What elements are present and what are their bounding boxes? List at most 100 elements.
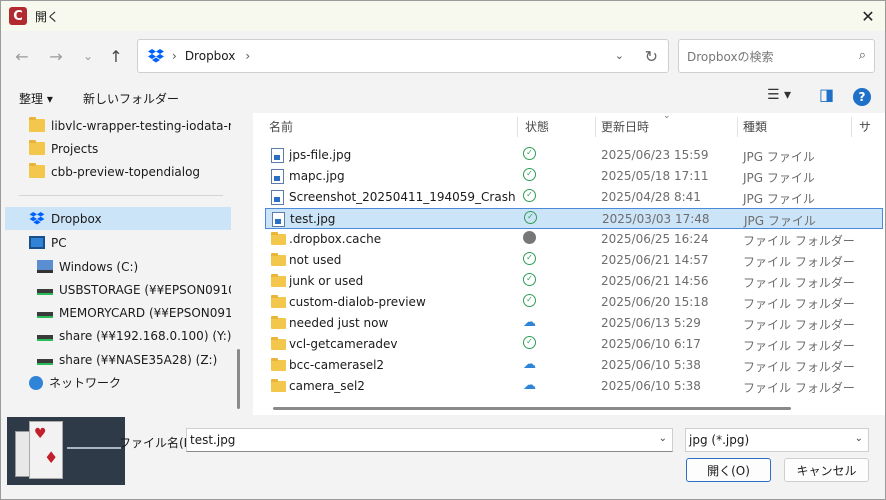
preview-pane-icon[interactable]: ◨ (819, 85, 834, 104)
new-folder-button[interactable]: 新しいフォルダー (83, 90, 179, 107)
folder-icon (271, 316, 286, 329)
filename-value[interactable]: test.jpg (190, 433, 235, 447)
chevron-down-icon[interactable]: ⌄ (615, 49, 624, 62)
file-row[interactable]: .dropbox.cache 2025/06/25 16:24 ファイル フォルダー (265, 229, 883, 250)
synced-check-icon: ✓ (523, 273, 536, 286)
network-drive-icon (37, 358, 53, 365)
folder-icon (271, 358, 286, 371)
tree-item-network[interactable]: ネットワーク (5, 371, 231, 394)
file-type: ファイル フォルダー (743, 276, 855, 290)
tree-item-dropbox[interactable]: Dropbox (5, 207, 231, 230)
file-name: .dropbox.cache (289, 232, 382, 246)
file-row[interactable]: Screenshot_20250411_194059_Crashlands...… (265, 187, 883, 208)
network-icon (29, 375, 43, 390)
file-row[interactable]: needed just now ☁ 2025/06/13 5:29 ファイル フォルダ… (265, 313, 883, 334)
scrollbar[interactable] (237, 349, 240, 409)
file-date: 2025/04/28 8:41 (601, 190, 701, 204)
footer: ファイル名(N): test.jpg ⌄ jpg (*.jpg) ⌄ 開く(O)… (1, 415, 885, 499)
tree-item-label: libvlc-wrapper-testing-iodata-rtsp (51, 118, 231, 133)
tree-item[interactable]: cbb-preview-topendialog (5, 160, 231, 183)
cancel-button[interactable]: キャンセル (784, 458, 869, 482)
search-icon[interactable]: ⌕ (859, 48, 866, 63)
search-input[interactable]: Dropboxの検索 ⌕ (678, 39, 875, 73)
recent-locations-button[interactable]: ⌄ (77, 45, 99, 67)
excluded-icon (523, 231, 536, 244)
file-type: JPG ファイル (743, 192, 815, 206)
tree-item-label: MEMORYCARD (¥¥EPSON0910EA) (59, 305, 231, 320)
file-row[interactable]: jps-file.jpg ✓ 2025/06/23 15:59 JPG ファイル (265, 145, 883, 166)
file-date: 2025/03/03 17:48 (602, 212, 710, 226)
tree-item[interactable]: libvlc-wrapper-testing-iodata-rtsp (5, 114, 231, 137)
refresh-icon[interactable]: ↻ (645, 47, 658, 66)
jpg-file-icon (271, 148, 284, 163)
tree-item-label: cbb-preview-topendialog (51, 164, 201, 179)
tree-item-label: PC (51, 235, 67, 250)
pen-image (67, 447, 121, 449)
file-type: JPG ファイル (743, 171, 815, 185)
file-row[interactable]: test.jpg ✓ 2025/03/03 17:48 JPG ファイル (265, 208, 883, 229)
file-type: ファイル フォルダー (743, 297, 855, 311)
file-type-select[interactable]: jpg (*.jpg) ⌄ (685, 428, 869, 452)
breadcrumb-separator[interactable]: › (172, 49, 177, 63)
filename-input[interactable]: test.jpg ⌄ (186, 428, 673, 452)
folder-icon (271, 337, 286, 350)
file-date: 2025/06/21 14:56 (601, 274, 709, 288)
tree-item-drive[interactable]: share (¥¥NASE35A28) (Z:) (5, 348, 231, 371)
synced-check-icon: ✓ (523, 336, 536, 349)
network-drive-icon (37, 288, 53, 295)
column-header-date[interactable]: 更新日時 (601, 113, 649, 139)
back-button[interactable]: ← (11, 45, 33, 67)
folder-icon (29, 163, 45, 178)
tree-item[interactable]: Projects (5, 137, 231, 160)
column-header-type[interactable]: 種類 (743, 113, 767, 139)
jpg-file-icon (272, 212, 285, 227)
dropbox-icon (29, 212, 45, 225)
organize-menu[interactable]: 整理 ▾ (19, 90, 53, 107)
file-row[interactable]: mapc.jpg ✓ 2025/05/18 17:11 JPG ファイル (265, 166, 883, 187)
file-type-value[interactable]: jpg (*.jpg) (689, 433, 749, 447)
file-row[interactable]: not used ✓ 2025/06/21 14:57 ファイル フォルダー (265, 250, 883, 271)
chevron-down-icon[interactable]: ⌄ (659, 433, 667, 444)
windows-drive-icon (37, 260, 53, 273)
tree-item-drive[interactable]: share (¥¥192.168.0.100) (Y:) (5, 324, 231, 347)
column-header-name[interactable]: 名前 (269, 113, 293, 139)
column-separator[interactable] (517, 117, 518, 137)
tree-item-drive[interactable]: Windows (C:) (5, 255, 231, 278)
tree-item-drive[interactable]: MEMORYCARD (¥¥EPSON0910EA) (5, 301, 231, 324)
column-separator[interactable] (595, 117, 596, 137)
close-button[interactable]: ✕ (857, 5, 879, 27)
file-name: test.jpg (290, 212, 336, 226)
column-separator[interactable] (851, 117, 852, 137)
address-bar[interactable]: › Dropbox › ⌄ ↻ (137, 39, 669, 73)
up-button[interactable]: ↑ (105, 45, 127, 67)
file-row[interactable]: custom-dialob-preview ✓ 2025/06/20 15:18 ファ… (265, 292, 883, 313)
folder-icon (29, 140, 45, 155)
column-separator[interactable] (737, 117, 738, 137)
tree-item-pc[interactable]: PC (5, 231, 231, 254)
file-name: vcl-getcameradev (289, 337, 398, 351)
title-bar: C 開く ✕ (1, 1, 885, 31)
open-file-dialog: C 開く ✕ ← → ⌄ ↑ › Dropbox › ⌄ ↻ Dropboxの検… (0, 0, 886, 500)
column-header-status[interactable]: 状態 (525, 113, 549, 139)
cloud-icon: ☁ (523, 315, 536, 330)
chevron-down-icon[interactable]: ⌄ (855, 433, 863, 444)
open-button[interactable]: 開く(O) (686, 458, 771, 482)
tree-item-label: share (¥¥192.168.0.100) (Y:) (59, 328, 231, 343)
help-icon[interactable]: ? (853, 88, 871, 106)
breadcrumb-dropbox[interactable]: Dropbox (185, 49, 236, 63)
view-options-icon[interactable]: ☰ ▾ (767, 87, 791, 103)
file-type: JPG ファイル (744, 214, 816, 228)
file-row[interactable]: junk or used ✓ 2025/06/21 14:56 ファイル フォルダー (265, 271, 883, 292)
scrollbar[interactable] (273, 407, 791, 410)
file-row[interactable]: bcc-camerasel2 ☁ 2025/06/10 5:38 ファイル フォルダー (265, 355, 883, 376)
file-row[interactable]: camera_sel2 ☁ 2025/06/10 5:38 ファイル フォルダー (265, 376, 883, 397)
file-date: 2025/06/20 15:18 (601, 295, 709, 309)
jpg-file-icon (271, 169, 284, 184)
file-date: 2025/06/21 14:57 (601, 253, 709, 267)
tree-item-drive[interactable]: USBSTORAGE (¥¥EPSON0910EA) ( (5, 278, 231, 301)
file-row[interactable]: vcl-getcameradev ✓ 2025/06/10 6:17 ファイル フォル… (265, 334, 883, 355)
breadcrumb-separator[interactable]: › (245, 49, 250, 63)
file-date: 2025/06/10 5:38 (601, 358, 701, 372)
forward-button[interactable]: → (45, 45, 67, 67)
column-header-size[interactable]: サ (859, 113, 871, 139)
